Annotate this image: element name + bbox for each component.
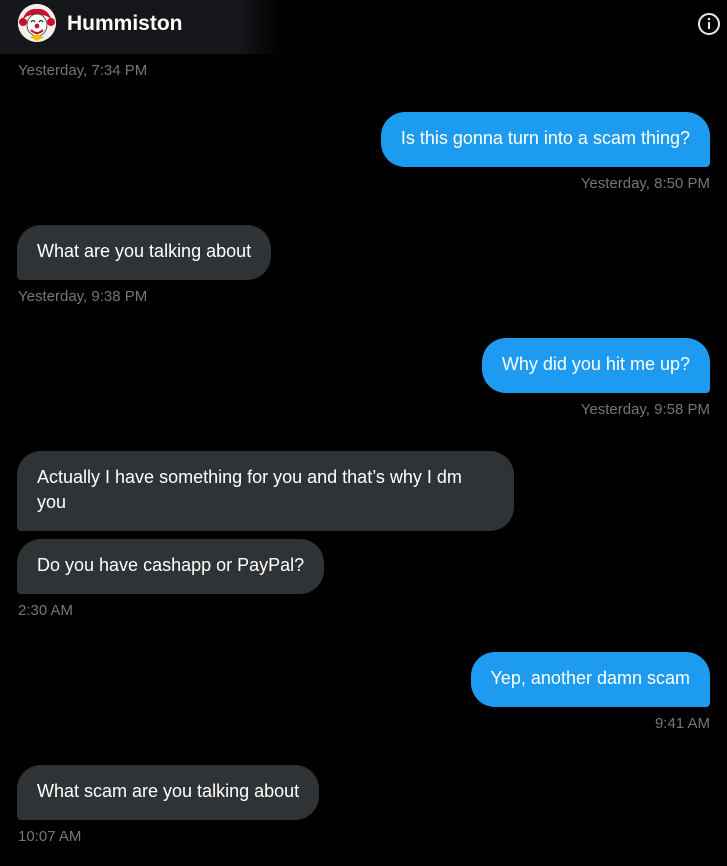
conversation-header: Hummiston xyxy=(0,0,727,54)
message-timestamp: Yesterday, 7:34 PM xyxy=(18,62,148,79)
message-timestamp: 2:30 AM xyxy=(18,602,74,619)
message-bubble-incoming[interactable]: What scam are you talking about xyxy=(17,765,320,820)
message-bubble-incoming[interactable]: Do you have cashapp or PayPal? xyxy=(17,539,325,594)
clown-avatar-icon[interactable] xyxy=(18,4,56,42)
header-user-pill[interactable]: Hummiston xyxy=(0,0,282,54)
message-bubble-incoming[interactable]: What are you talking about xyxy=(17,225,272,280)
contact-name[interactable]: Hummiston xyxy=(67,12,183,36)
message-bubble-outgoing[interactable]: Yep, another damn scam xyxy=(470,652,710,707)
message-bubble-incoming[interactable]: Actually I have something for you and th… xyxy=(17,451,514,531)
message-bubble-outgoing[interactable]: Why did you hit me up? xyxy=(481,338,710,393)
message-timestamp: Yesterday, 9:58 PM xyxy=(580,401,710,418)
message-timestamp: Yesterday, 9:38 PM xyxy=(18,288,148,305)
message-timestamp: 10:07 AM xyxy=(18,828,82,845)
message-timestamp: Yesterday, 8:50 PM xyxy=(580,175,710,192)
info-icon[interactable] xyxy=(697,12,721,36)
message-timestamp: 9:41 AM xyxy=(654,715,710,732)
message-bubble-outgoing[interactable]: Is this gonna turn into a scam thing? xyxy=(380,112,710,167)
